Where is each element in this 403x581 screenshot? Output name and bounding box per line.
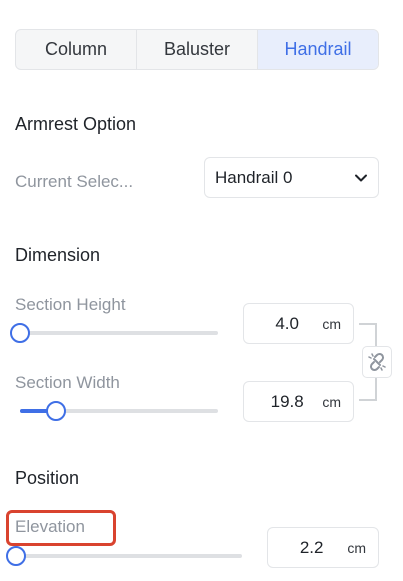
- slider-thumb[interactable]: [6, 546, 26, 566]
- section-width-slider[interactable]: [20, 400, 218, 422]
- section-width-unit: cm: [322, 393, 341, 410]
- current-selection-dropdown[interactable]: Handrail 0: [204, 157, 379, 198]
- elevation-input[interactable]: 2.2 cm: [267, 527, 379, 568]
- current-selection-label: Current Selec...: [15, 172, 134, 191]
- section-height-slider[interactable]: [10, 322, 218, 344]
- armrest-option-heading: Armrest Option: [15, 114, 137, 134]
- chevron-down-icon: [355, 174, 367, 181]
- elevation-unit: cm: [347, 539, 366, 556]
- section-height-label: Section Height: [15, 295, 126, 314]
- section-height-input[interactable]: 4.0 cm: [243, 303, 354, 344]
- section-width-label: Section Width: [15, 373, 120, 392]
- current-selection-value: Handrail 0: [215, 167, 293, 187]
- aspect-lock-button[interactable]: [362, 346, 392, 378]
- dimension-heading: Dimension: [15, 245, 101, 265]
- tab-group: Column Baluster Handrail: [15, 29, 379, 70]
- tab-column[interactable]: Column: [16, 30, 137, 69]
- unlink-icon: [368, 352, 386, 372]
- slider-track: [16, 554, 242, 558]
- section-height-value: 4.0: [275, 313, 299, 333]
- position-heading: Position: [15, 468, 80, 488]
- tab-baluster[interactable]: Baluster: [137, 30, 258, 69]
- elevation-value: 2.2: [299, 537, 324, 557]
- section-height-unit: cm: [322, 315, 341, 332]
- elevation-slider[interactable]: [6, 545, 242, 567]
- slider-thumb[interactable]: [10, 323, 30, 343]
- elevation-label: Elevation: [15, 517, 85, 536]
- slider-thumb[interactable]: [45, 401, 66, 421]
- tab-handrail[interactable]: Handrail: [258, 30, 378, 69]
- section-width-input[interactable]: 19.8 cm: [243, 381, 354, 422]
- slider-track: [20, 331, 218, 335]
- section-width-value: 19.8: [270, 391, 304, 411]
